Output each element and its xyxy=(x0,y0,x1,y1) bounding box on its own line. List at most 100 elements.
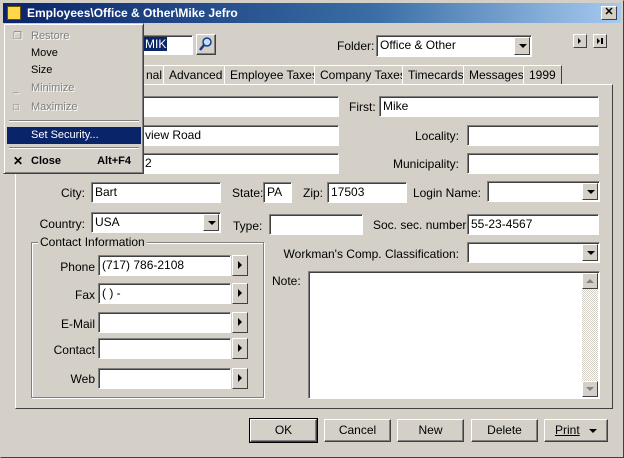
delete-button[interactable]: Delete xyxy=(471,419,538,442)
type-label: Type: xyxy=(233,219,263,233)
maximize-icon: □ xyxy=(13,102,20,113)
note-scrollbar[interactable] xyxy=(582,273,598,397)
last-record-button[interactable] xyxy=(593,34,607,48)
tab-1999[interactable]: 1999 xyxy=(523,65,562,84)
tab-messages[interactable]: Messages xyxy=(463,65,530,84)
menu-item-move[interactable]: Move xyxy=(7,45,141,62)
next-record-button[interactable] xyxy=(573,34,587,48)
country-label: Country: xyxy=(39,217,85,231)
note-textarea[interactable] xyxy=(308,271,600,399)
tab-advanced[interactable]: Advanced xyxy=(163,65,229,84)
menu-separator xyxy=(9,147,139,149)
menu-separator xyxy=(9,120,139,122)
tab-employee-taxes[interactable]: Employee Taxes xyxy=(224,65,324,84)
municipality-field[interactable] xyxy=(467,153,599,174)
app-icon[interactable] xyxy=(7,6,21,20)
state-field[interactable]: PA xyxy=(263,182,292,203)
menu-item-size[interactable]: Size xyxy=(7,62,141,79)
menu-item-move-label: Move xyxy=(31,47,58,59)
menu-item-restore[interactable]: ❐ Restore xyxy=(7,28,141,45)
cancel-button[interactable]: Cancel xyxy=(324,419,391,442)
scroll-down-icon[interactable] xyxy=(582,381,598,397)
city-label: City: xyxy=(61,186,85,200)
contact-field[interactable] xyxy=(98,338,231,359)
new-button[interactable]: New xyxy=(397,419,464,442)
phone-action-button[interactable] xyxy=(232,255,248,276)
fax-field[interactable]: ( ) - xyxy=(98,283,231,304)
email-field[interactable] xyxy=(98,312,231,333)
web-field[interactable] xyxy=(98,368,231,389)
login-name-select[interactable] xyxy=(487,181,600,202)
tab-company-taxes[interactable]: Company Taxes xyxy=(314,65,412,84)
close-shortcut: Alt+F4 xyxy=(97,155,131,167)
address1-field[interactable]: view Road xyxy=(141,125,339,146)
email-label: E-Mail xyxy=(60,317,95,331)
menu-item-maximize-label: Maximize xyxy=(31,101,78,113)
menu-item-size-label: Size xyxy=(31,64,53,76)
menu-item-maximize[interactable]: □ Maximize xyxy=(7,99,141,116)
title-bar[interactable]: Employees\Office & Other\Mike Jefro ✕ xyxy=(3,3,621,23)
tab-timecards[interactable]: Timecards xyxy=(402,65,470,84)
print-button-label: Print xyxy=(554,423,580,437)
window-title: Employees\Office & Other\Mike Jefro xyxy=(27,6,238,20)
menu-item-minimize[interactable]: _ Minimize xyxy=(7,80,141,97)
contact-information-legend: Contact Information xyxy=(38,235,147,249)
contact-label: Contact xyxy=(53,343,95,357)
first-name-field[interactable]: Mike xyxy=(379,96,599,117)
note-label: Note: xyxy=(272,274,301,288)
employee-window: Employees\Office & Other\Mike Jefro ✕ MI… xyxy=(0,0,624,458)
chevron-down-icon[interactable] xyxy=(582,244,598,261)
locality-label: Locality: xyxy=(414,129,459,143)
fax-label: Fax xyxy=(74,288,95,302)
zip-field[interactable]: 17503 xyxy=(327,182,407,203)
chevron-down-icon[interactable] xyxy=(514,37,530,55)
employee-id-value: MIK xyxy=(144,37,168,51)
folder-value: Office & Other xyxy=(380,38,456,52)
workcomp-label: Workman's Comp. Classification: xyxy=(283,247,459,261)
menu-item-minimize-label: Minimize xyxy=(31,82,75,94)
ssn-label: Soc. sec. number: xyxy=(373,218,470,232)
phone-label: Phone xyxy=(60,260,95,274)
web-label: Web xyxy=(70,372,95,386)
login-name-label: Login Name: xyxy=(412,186,481,200)
chevron-down-icon[interactable] xyxy=(582,183,598,200)
municipality-label: Municipality: xyxy=(392,157,459,171)
close-icon: ✕ xyxy=(13,154,24,168)
last-name-field[interactable] xyxy=(141,96,339,117)
email-action-button[interactable] xyxy=(232,312,248,333)
ssn-field[interactable]: 55-23-4567 xyxy=(467,214,599,235)
close-icon[interactable]: ✕ xyxy=(601,6,617,20)
menu-item-set-security[interactable]: Set Security... xyxy=(7,127,141,144)
restore-icon: ❐ xyxy=(13,31,22,42)
menu-item-close[interactable]: ✕ Close Alt+F4 xyxy=(7,153,141,170)
folder-select[interactable]: Office & Other xyxy=(376,35,532,57)
employee-id-field[interactable]: MIK xyxy=(141,35,193,55)
menu-item-close-label: Close xyxy=(31,155,61,167)
ok-button[interactable]: OK xyxy=(249,418,318,443)
address2-field[interactable]: 2 xyxy=(141,153,339,174)
type-field[interactable] xyxy=(269,214,363,235)
menu-item-set-security-label: Set Security... xyxy=(31,129,99,141)
country-select[interactable]: USA xyxy=(91,212,221,233)
menu-item-restore-label: Restore xyxy=(31,30,70,42)
folder-label: Folder: xyxy=(337,39,375,53)
web-action-button[interactable] xyxy=(232,368,248,389)
scroll-up-icon[interactable] xyxy=(582,273,598,289)
print-button[interactable]: Print xyxy=(544,419,608,442)
workcomp-select[interactable] xyxy=(467,242,600,263)
city-field[interactable]: Bart xyxy=(91,182,221,203)
magnifier-icon xyxy=(199,37,212,51)
chevron-down-icon[interactable] xyxy=(203,214,219,231)
phone-field[interactable]: (717) 786-2108 xyxy=(98,255,231,276)
system-menu: ❐ Restore Move Size _ Minimize □ Maximiz… xyxy=(3,23,144,174)
lookup-button[interactable] xyxy=(196,34,216,55)
locality-field[interactable] xyxy=(467,125,599,146)
zip-label: Zip: xyxy=(303,186,324,200)
state-label: State: xyxy=(232,186,264,200)
first-label: First: xyxy=(349,100,376,114)
fax-action-button[interactable] xyxy=(232,283,248,304)
country-value: USA xyxy=(95,215,120,229)
contact-action-button[interactable] xyxy=(232,338,248,359)
minimize-icon: _ xyxy=(13,83,19,94)
chevron-down-icon xyxy=(589,428,598,433)
